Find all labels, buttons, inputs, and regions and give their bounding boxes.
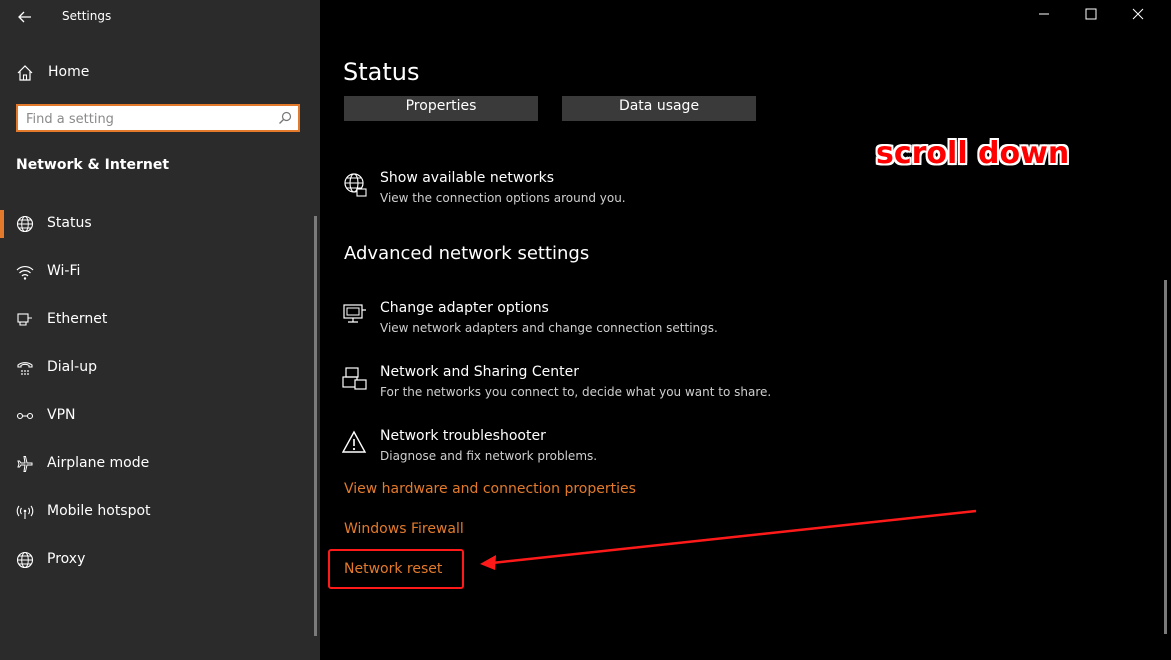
sidebar-item-status[interactable]: Status <box>0 206 316 242</box>
airplane-icon <box>17 456 33 472</box>
sidebar: Settings Home Network & Internet Status … <box>0 0 320 660</box>
advanced-settings-heading: Advanced network settings <box>344 243 590 264</box>
dialup-icon <box>17 362 33 375</box>
annotation-arrow <box>480 509 977 570</box>
globe-icon <box>16 215 34 233</box>
search-icon[interactable] <box>278 111 292 125</box>
main-scrollbar[interactable] <box>1164 280 1167 634</box>
sidebar-item-ethernet[interactable]: Ethernet <box>0 302 316 338</box>
data-usage-button[interactable]: Data usage <box>562 96 756 121</box>
sidebar-item-label: VPN <box>47 407 76 423</box>
sidebar-item-proxy[interactable]: Proxy <box>0 542 316 578</box>
maximize-icon <box>1085 8 1097 20</box>
wifi-icon <box>16 266 34 280</box>
back-arrow-icon <box>18 11 31 23</box>
sidebar-item-mobile-hotspot[interactable]: Mobile hotspot <box>0 494 316 530</box>
view-hardware-properties-link[interactable]: View hardware and connection properties <box>344 481 636 497</box>
search-box[interactable] <box>16 104 300 132</box>
item-title: Show available networks <box>380 170 555 186</box>
sidebar-item-label: Ethernet <box>47 311 108 327</box>
maximize-button[interactable] <box>1076 2 1106 30</box>
minimize-icon <box>1039 13 1049 15</box>
sidebar-item-label: Dial-up <box>47 359 97 375</box>
item-title: Change adapter options <box>380 300 549 316</box>
item-title: Network troubleshooter <box>380 428 546 444</box>
title-bar: Settings <box>0 0 320 34</box>
warning-icon <box>342 430 367 453</box>
window-controls <box>1021 0 1171 34</box>
app-title: Settings <box>62 9 112 23</box>
item-subtitle: View network adapters and change connect… <box>380 321 718 335</box>
home-label: Home <box>48 64 90 80</box>
vpn-icon <box>16 412 34 420</box>
search-input[interactable] <box>24 109 278 129</box>
sidebar-item-label: Mobile hotspot <box>47 503 151 519</box>
sidebar-item-label: Status <box>47 215 92 231</box>
globe-icon <box>16 551 34 569</box>
close-icon <box>1132 8 1144 20</box>
sidebar-item-wifi[interactable]: Wi-Fi <box>0 254 316 290</box>
annotation-text: scroll down <box>876 136 1070 171</box>
sidebar-item-label: Wi-Fi <box>47 263 81 279</box>
close-button[interactable] <box>1123 2 1153 30</box>
item-title: Network and Sharing Center <box>380 364 580 380</box>
hotspot-icon <box>16 505 34 519</box>
sharing-center-icon <box>342 367 367 390</box>
sidebar-item-label: Proxy <box>47 551 86 567</box>
home-icon <box>17 65 33 81</box>
sidebar-item-home[interactable]: Home <box>0 58 320 88</box>
windows-firewall-link[interactable]: Windows Firewall <box>344 521 464 537</box>
item-subtitle: View the connection options around you. <box>380 191 626 205</box>
active-indicator <box>0 210 4 238</box>
sidebar-item-dialup[interactable]: Dial-up <box>0 350 316 386</box>
page-title: Status <box>343 58 420 86</box>
annotation-highlight-box <box>328 549 464 589</box>
sidebar-scrollbar[interactable] <box>314 216 317 636</box>
sidebar-item-label: Airplane mode <box>47 455 150 471</box>
section-title: Network & Internet <box>16 157 170 173</box>
back-button[interactable] <box>14 6 36 28</box>
properties-button[interactable]: Properties <box>344 96 538 121</box>
item-subtitle: For the networks you connect to, decide … <box>380 385 772 399</box>
item-subtitle: Diagnose and fix network problems. <box>380 449 598 463</box>
ethernet-icon <box>17 313 32 326</box>
sidebar-item-vpn[interactable]: VPN <box>0 398 316 434</box>
minimize-button[interactable] <box>1029 2 1059 30</box>
sidebar-item-airplane-mode[interactable]: Airplane mode <box>0 446 316 482</box>
adapter-icon <box>343 304 366 323</box>
globe-icon <box>344 173 367 197</box>
